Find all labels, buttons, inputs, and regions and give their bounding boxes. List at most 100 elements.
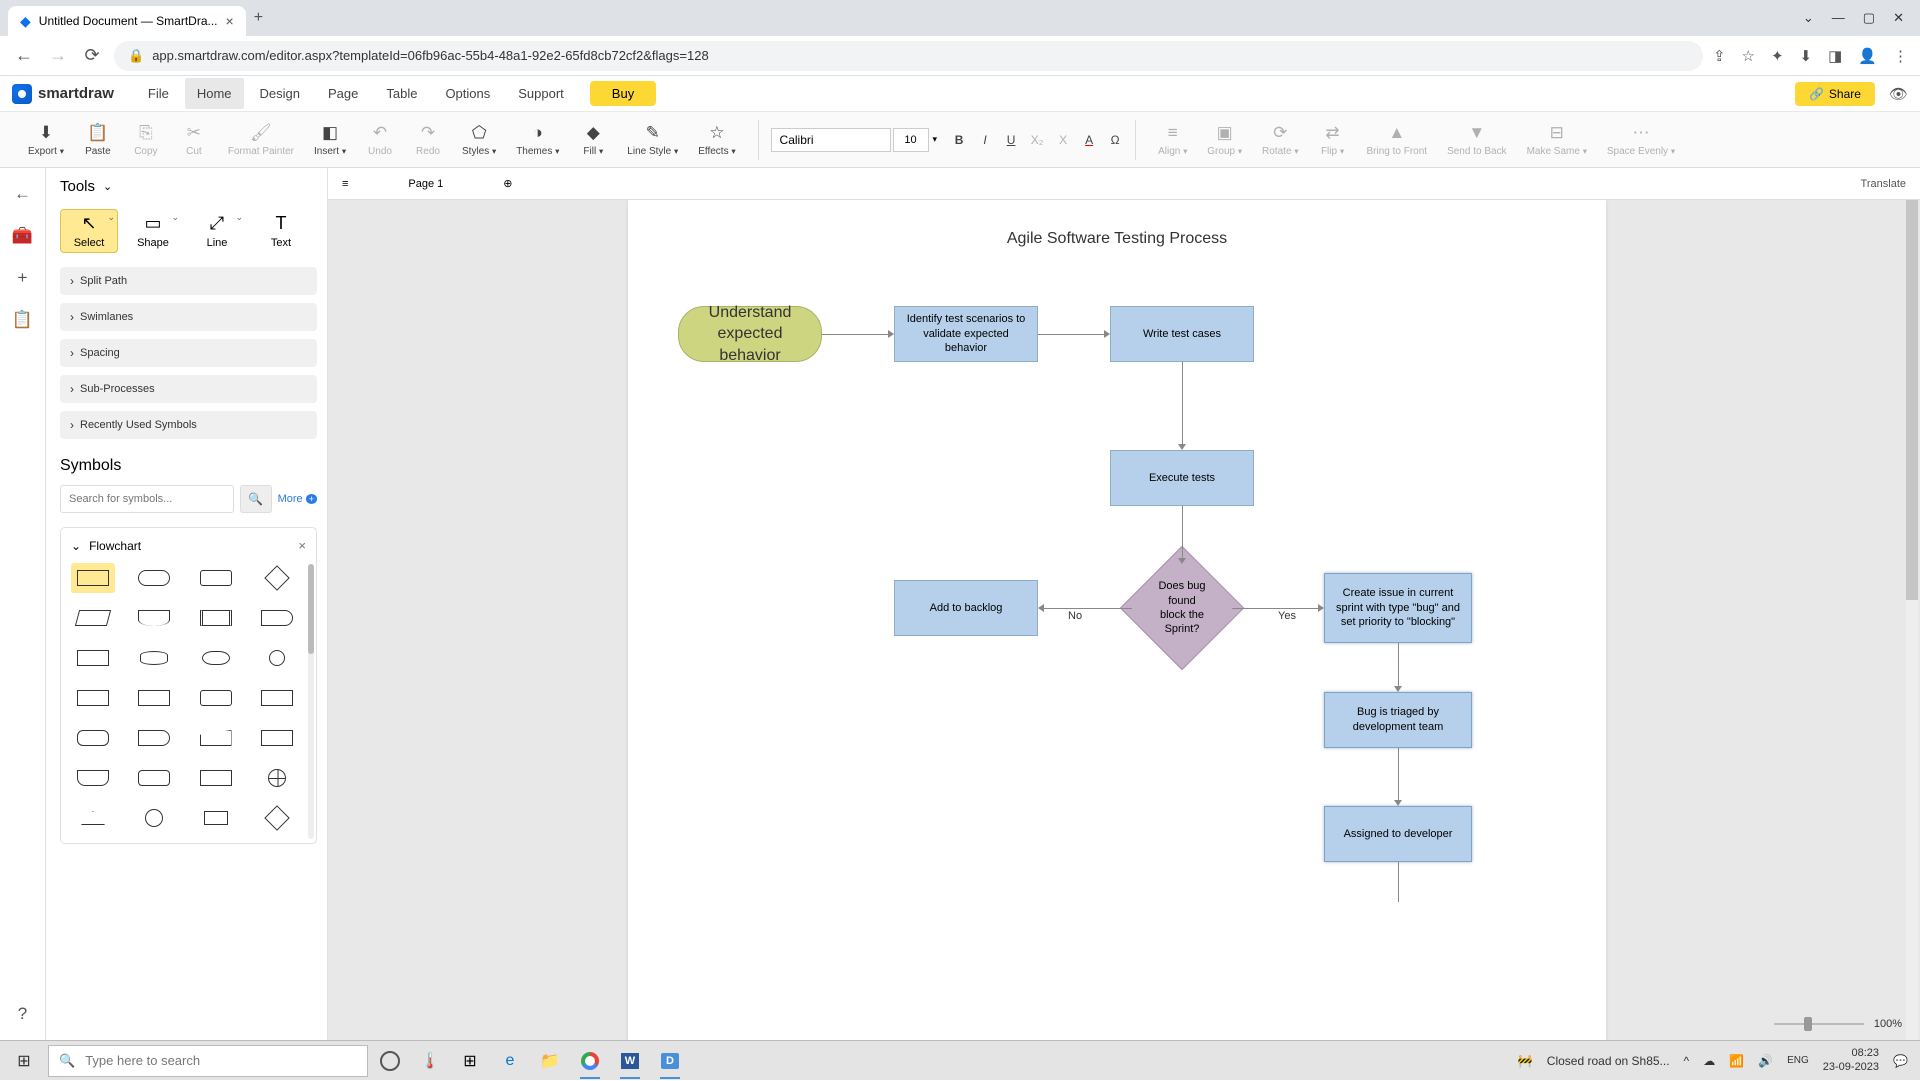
symbol-search-input[interactable] xyxy=(60,485,234,513)
font-size-dropdown-icon[interactable]: ▾ xyxy=(933,134,938,145)
symbol-process[interactable] xyxy=(71,563,115,593)
tool-shape[interactable]: ▭Shape⌄ xyxy=(124,209,182,253)
connector[interactable] xyxy=(1044,608,1132,609)
tools-header[interactable]: Tools ⌄ xyxy=(60,178,317,195)
connector[interactable] xyxy=(1182,362,1183,444)
canvas-scrollbar[interactable] xyxy=(1906,200,1918,1040)
connector[interactable] xyxy=(1398,862,1399,902)
close-tab-icon[interactable]: × xyxy=(226,13,234,29)
symbol-rounded[interactable] xyxy=(194,563,238,593)
connector[interactable] xyxy=(1398,643,1399,686)
accordion-split-path[interactable]: Split Path xyxy=(60,267,317,295)
downloads-icon[interactable]: ⬇ xyxy=(1800,47,1813,65)
menu-home[interactable]: Home xyxy=(185,78,244,109)
symbol-category-header[interactable]: ⌄ Flowchart × xyxy=(71,538,306,553)
symbol-search-button[interactable]: 🔍 xyxy=(240,485,272,513)
tray-notifications-icon[interactable]: 💬 xyxy=(1893,1054,1908,1068)
taskbar-edge[interactable]: e xyxy=(492,1043,528,1079)
ribbon-line-style[interactable]: ✎Line Style ▾ xyxy=(617,119,688,161)
browser-tab[interactable]: ◆ Untitled Document — SmartDra... × xyxy=(8,6,246,36)
symbol-connector[interactable] xyxy=(255,643,299,673)
symbol-terminator[interactable] xyxy=(132,563,176,593)
tool-text[interactable]: TText xyxy=(252,209,310,253)
new-tab-button[interactable]: + xyxy=(254,9,263,27)
symbol-direct-data[interactable] xyxy=(194,643,238,673)
zoom-label[interactable]: 100% xyxy=(1874,1018,1902,1030)
font-color-button[interactable]: A xyxy=(1081,133,1097,147)
tray-wifi-icon[interactable]: 📶 xyxy=(1729,1054,1744,1068)
taskbar-notification[interactable]: Closed road on Sh85... xyxy=(1547,1054,1670,1068)
extensions-icon[interactable]: ✦ xyxy=(1771,47,1784,65)
shape-identify[interactable]: Identify test scenarios to validate expe… xyxy=(894,306,1038,362)
taskbar-cortana[interactable] xyxy=(372,1043,408,1079)
symbols-more-link[interactable]: More + xyxy=(278,493,317,505)
ribbon-insert[interactable]: ◧Insert ▾ xyxy=(304,119,356,161)
taskbar-weather[interactable]: 🌡️ xyxy=(412,1043,448,1079)
rail-add-icon[interactable]: + xyxy=(18,268,28,288)
taskbar-task-view[interactable]: ⊞ xyxy=(452,1043,488,1079)
translate-button[interactable]: Translate xyxy=(1861,178,1906,190)
tray-volume-icon[interactable]: 🔊 xyxy=(1758,1054,1773,1068)
taskbar-word[interactable]: W xyxy=(612,1043,648,1079)
shape-execute[interactable]: Execute tests xyxy=(1110,450,1254,506)
symbol-decision[interactable] xyxy=(255,563,299,593)
menu-page[interactable]: Page xyxy=(316,78,370,109)
symbol-internal[interactable] xyxy=(71,643,115,673)
rail-help-icon[interactable]: ? xyxy=(18,1004,27,1024)
shape-backlog[interactable]: Add to backlog xyxy=(894,580,1038,636)
menu-design[interactable]: Design xyxy=(248,78,312,109)
symbol-extract[interactable] xyxy=(194,803,238,833)
shape-decision[interactable]: Does bug found block the Sprint? xyxy=(1138,564,1226,652)
page-tab[interactable]: Page 1 xyxy=(408,178,443,190)
strikethrough-button[interactable]: X₂ xyxy=(1029,133,1045,147)
share-page-icon[interactable]: ⇪ xyxy=(1713,47,1726,65)
symbol-card[interactable] xyxy=(71,683,115,713)
italic-button[interactable]: I xyxy=(977,133,993,147)
close-window-icon[interactable]: ✕ xyxy=(1893,10,1904,26)
symbol-preparation[interactable] xyxy=(255,723,299,753)
add-page-icon[interactable]: ⊕ xyxy=(503,177,512,190)
page-list-icon[interactable]: ≡ xyxy=(342,178,348,190)
taskbar-clock[interactable]: 08:23 23-09-2023 xyxy=(1823,1047,1879,1073)
ribbon-export[interactable]: ⬇Export ▾ xyxy=(18,119,74,161)
bookmark-icon[interactable]: ☆ xyxy=(1742,47,1755,65)
maximize-icon[interactable]: ▢ xyxy=(1863,10,1875,26)
symbol-delay[interactable] xyxy=(132,723,176,753)
tray-chevron-icon[interactable]: ^ xyxy=(1684,1054,1690,1068)
accordion-spacing[interactable]: Spacing xyxy=(60,339,317,367)
back-button[interactable]: ← xyxy=(12,45,36,66)
shape-assign[interactable]: Assigned to developer xyxy=(1324,806,1472,862)
zoom-thumb[interactable] xyxy=(1804,1017,1812,1031)
canvas[interactable]: Agile Software Testing Process Understan… xyxy=(328,200,1920,1040)
page-surface[interactable]: Agile Software Testing Process Understan… xyxy=(628,200,1606,1040)
bold-button[interactable]: B xyxy=(951,133,967,147)
share-button[interactable]: 🔗 Share xyxy=(1795,82,1875,106)
font-name-input[interactable] xyxy=(771,128,891,152)
symbol-stored-data[interactable] xyxy=(255,603,299,633)
reload-button[interactable]: ⟳ xyxy=(80,45,104,66)
menu-support[interactable]: Support xyxy=(506,78,576,109)
tray-onedrive-icon[interactable]: ☁ xyxy=(1703,1054,1715,1068)
symbol-callout[interactable] xyxy=(194,763,238,793)
shape-understand[interactable]: Understand expected behavior xyxy=(678,306,822,362)
symbol-document[interactable] xyxy=(132,603,176,633)
zoom-slider[interactable] xyxy=(1774,1023,1864,1025)
tool-select[interactable]: ↖Select⌄ xyxy=(60,209,118,253)
start-button[interactable]: ⊞ xyxy=(4,1041,44,1081)
shape-triage[interactable]: Bug is triaged by development team xyxy=(1324,692,1472,748)
rail-toolbox-icon[interactable]: 🧰 xyxy=(12,226,33,246)
rail-clipboard-icon[interactable]: 📋 xyxy=(12,310,33,330)
accordion-recent-symbols[interactable]: Recently Used Symbols xyxy=(60,411,317,439)
menu-file[interactable]: File xyxy=(136,78,181,109)
ribbon-paste[interactable]: 📋Paste xyxy=(74,119,122,161)
symbol-data[interactable] xyxy=(71,603,115,633)
ribbon-effects[interactable]: ☆Effects ▾ xyxy=(688,119,745,161)
symbol-offpage[interactable] xyxy=(71,763,115,793)
buy-button[interactable]: Buy xyxy=(590,81,656,106)
menu-table[interactable]: Table xyxy=(374,78,429,109)
symbol-scrollbar[interactable] xyxy=(308,564,314,839)
address-bar[interactable]: 🔒 app.smartdraw.com/editor.aspx?template… xyxy=(114,41,1703,71)
tray-language-icon[interactable]: ENG xyxy=(1787,1055,1809,1066)
diagram-title[interactable]: Agile Software Testing Process xyxy=(628,230,1606,248)
ribbon-styles[interactable]: ⬠Styles ▾ xyxy=(452,119,506,161)
